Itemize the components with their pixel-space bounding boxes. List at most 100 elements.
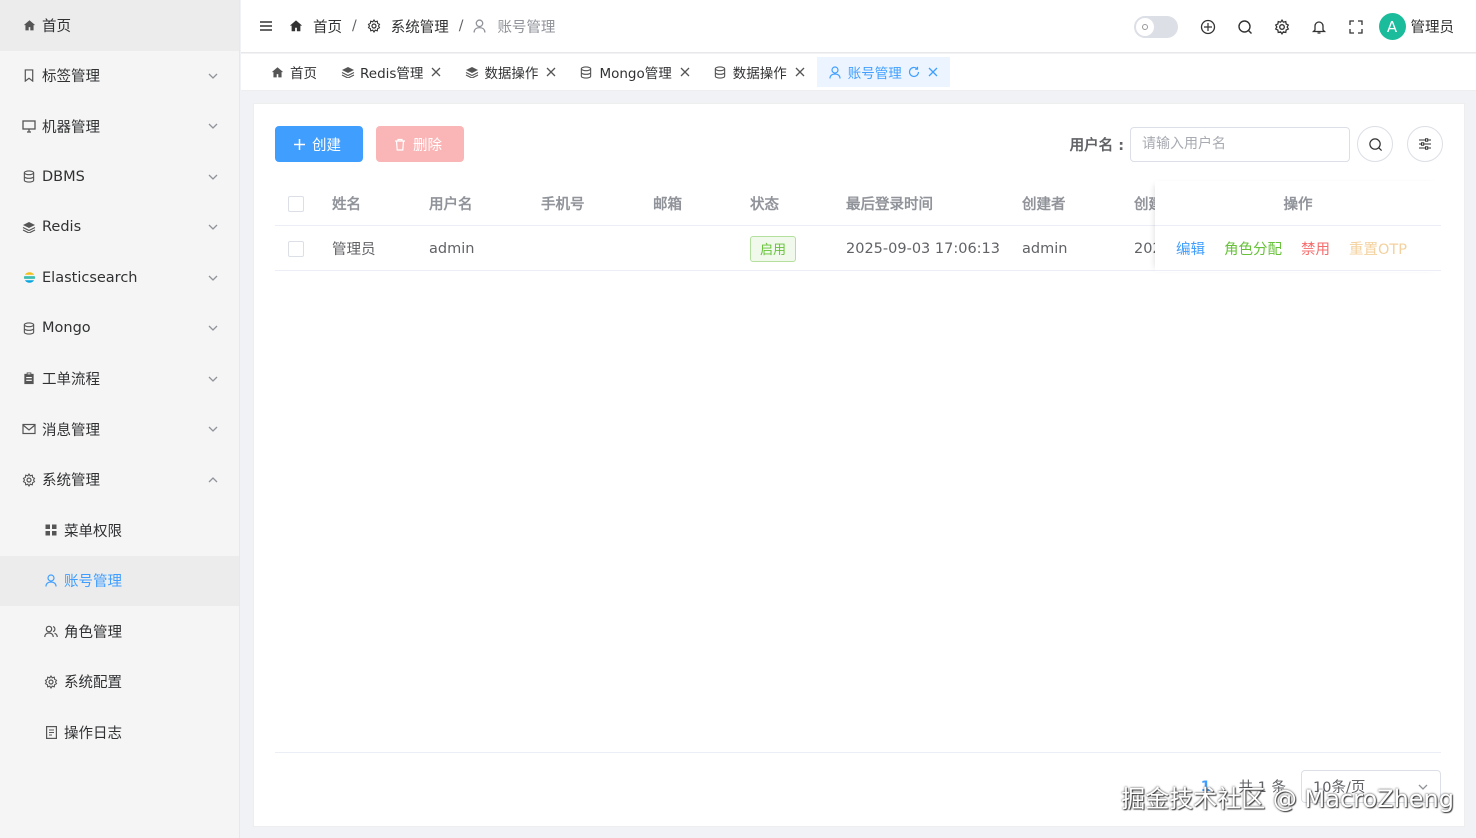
sidebar-item-dbms[interactable]: DBMS — [0, 152, 239, 203]
column-header[interactable]: 姓名 — [332, 181, 361, 226]
tab-accounts[interactable]: 账号管理 — [816, 57, 950, 87]
home-icon — [271, 66, 284, 79]
tab-label: 首页 — [290, 66, 317, 82]
cell-name: 管理员 — [332, 242, 376, 258]
grid-icon — [44, 523, 58, 537]
user-icon — [44, 574, 58, 588]
operations-cell: 编辑 角色分配 禁用 重置OTP — [1176, 226, 1426, 271]
tab-home[interactable]: 首页 — [259, 57, 329, 87]
operations-row: 编辑 角色分配 禁用 重置OTP — [1155, 226, 1441, 271]
close-icon[interactable] — [546, 67, 556, 77]
tab-data-ops-redis[interactable]: 数据操作 — [453, 57, 568, 87]
sidebar: 首页 标签管理 机器管理 DBMS Redis Elasticsearch Mo… — [0, 0, 240, 838]
sidebar-item-label: 账号管理 — [64, 574, 122, 591]
create-button[interactable]: 创建 — [275, 126, 363, 162]
sidebar-item-menu-permissions[interactable]: 菜单权限 — [0, 505, 239, 556]
tab-redis[interactable]: Redis管理 — [329, 57, 453, 87]
delete-button[interactable]: 删除 — [376, 126, 464, 162]
user-icon — [829, 65, 842, 79]
sidebar-item-label: 消息管理 — [42, 422, 100, 439]
sidebar-item-roles[interactable]: 角色管理 — [0, 606, 239, 657]
close-icon[interactable] — [680, 67, 690, 77]
fullscreen-icon[interactable] — [1348, 19, 1364, 35]
theme-toggle[interactable] — [1133, 15, 1178, 38]
sidebar-item-label: 首页 — [42, 18, 71, 35]
chevron-down-icon — [207, 423, 219, 435]
sidebar-item-label: 操作日志 — [64, 725, 122, 742]
stack-icon — [341, 66, 355, 79]
breadcrumb-accounts: 账号管理 — [473, 16, 555, 37]
sidebar-item-label: 工单流程 — [42, 372, 100, 389]
operations-header-row: 操作 — [1155, 181, 1441, 226]
filter-settings-button[interactable] — [1407, 126, 1443, 162]
close-icon[interactable] — [928, 67, 938, 77]
close-icon[interactable] — [795, 67, 805, 77]
stack-icon — [465, 66, 479, 79]
column-header: 操作 — [1283, 197, 1313, 213]
chevron-down-icon — [207, 120, 219, 132]
assign-role-link[interactable]: 角色分配 — [1224, 238, 1282, 259]
search-icon[interactable] — [1237, 19, 1253, 35]
sidebar-item-machines[interactable]: 机器管理 — [0, 101, 239, 152]
refresh-icon[interactable] — [908, 66, 920, 78]
breadcrumb-label: 系统管理 — [390, 19, 449, 36]
select-all-checkbox[interactable] — [288, 195, 304, 212]
search-area: 用户名 : — [1070, 126, 1443, 162]
menu-toggle-icon[interactable] — [259, 19, 273, 33]
tabs-bar: 首页 Redis管理 数据操作 Mongo管理 数据操作 账号管理 — [241, 54, 1476, 91]
sidebar-item-system-config[interactable]: 系统配置 — [0, 657, 239, 708]
sidebar-item-elasticsearch[interactable]: Elasticsearch — [0, 253, 239, 304]
disable-link[interactable]: 禁用 — [1301, 238, 1330, 259]
chevron-down-icon — [207, 171, 219, 183]
tab-label: Redis管理 — [360, 66, 424, 82]
tab-data-ops-mongo[interactable]: 数据操作 — [702, 57, 817, 87]
sidebar-item-label: 系统管理 — [42, 473, 100, 490]
watermark: 掘金技术社区 @ MacroZheng — [1121, 785, 1454, 813]
home-icon — [22, 18, 36, 32]
sidebar-item-label: Mongo — [42, 320, 91, 337]
gear-icon — [22, 472, 36, 487]
search-button[interactable] — [1357, 126, 1393, 162]
breadcrumb-label: 首页 — [313, 19, 342, 36]
sidebar-item-mongo[interactable]: Mongo — [0, 303, 239, 354]
tab-mongo[interactable]: Mongo管理 — [568, 57, 701, 87]
database-icon — [714, 65, 727, 79]
search-icon — [1368, 137, 1383, 152]
row-checkbox[interactable] — [288, 240, 304, 257]
database-icon — [580, 65, 593, 79]
sidebar-item-workflow[interactable]: 工单流程 — [0, 354, 239, 405]
tab-label: 账号管理 — [847, 66, 902, 82]
clipboard-icon — [22, 372, 36, 386]
column-header[interactable]: 手机号 — [541, 181, 585, 226]
column-header[interactable]: 邮箱 — [653, 181, 682, 226]
breadcrumb-home[interactable]: 首页 — [289, 16, 342, 37]
sidebar-item-messages[interactable]: 消息管理 — [0, 404, 239, 455]
cell-status: 启用 — [750, 226, 797, 271]
bookmark-icon — [22, 69, 36, 83]
bell-icon[interactable] — [1311, 19, 1327, 35]
breadcrumb-system[interactable]: 系统管理 — [367, 16, 449, 37]
sidebar-item-label: 菜单权限 — [64, 523, 122, 540]
column-header[interactable]: 用户名 — [429, 181, 473, 226]
column-header[interactable]: 创建者 — [1022, 181, 1066, 226]
sidebar-item-label: 机器管理 — [42, 119, 100, 136]
user-menu[interactable]: A 管理员 — [1378, 13, 1454, 40]
column-header[interactable]: 最后登录时间 — [846, 181, 933, 226]
sidebar-item-operation-log[interactable]: 操作日志 — [0, 707, 239, 758]
sidebar-item-tags[interactable]: 标签管理 — [0, 51, 239, 102]
username-search-input[interactable] — [1130, 126, 1350, 162]
close-icon[interactable] — [431, 67, 441, 77]
sidebar-item-home[interactable]: 首页 — [0, 0, 239, 51]
column-header[interactable]: 状态 — [750, 181, 779, 226]
edit-link[interactable]: 编辑 — [1176, 238, 1205, 259]
chevron-down-icon — [207, 322, 219, 334]
sidebar-item-redis[interactable]: Redis — [0, 202, 239, 253]
tab-label: 数据操作 — [484, 66, 539, 82]
sidebar-item-system[interactable]: 系统管理 — [0, 455, 239, 506]
sidebar-item-label: Elasticsearch — [42, 269, 138, 286]
cell-creator: admin — [1022, 240, 1068, 257]
toolbar: 创建 删除 — [275, 126, 477, 162]
sidebar-item-accounts[interactable]: 账号管理 — [0, 555, 239, 606]
language-icon[interactable] — [1200, 19, 1216, 35]
gear-icon[interactable] — [1274, 18, 1290, 35]
